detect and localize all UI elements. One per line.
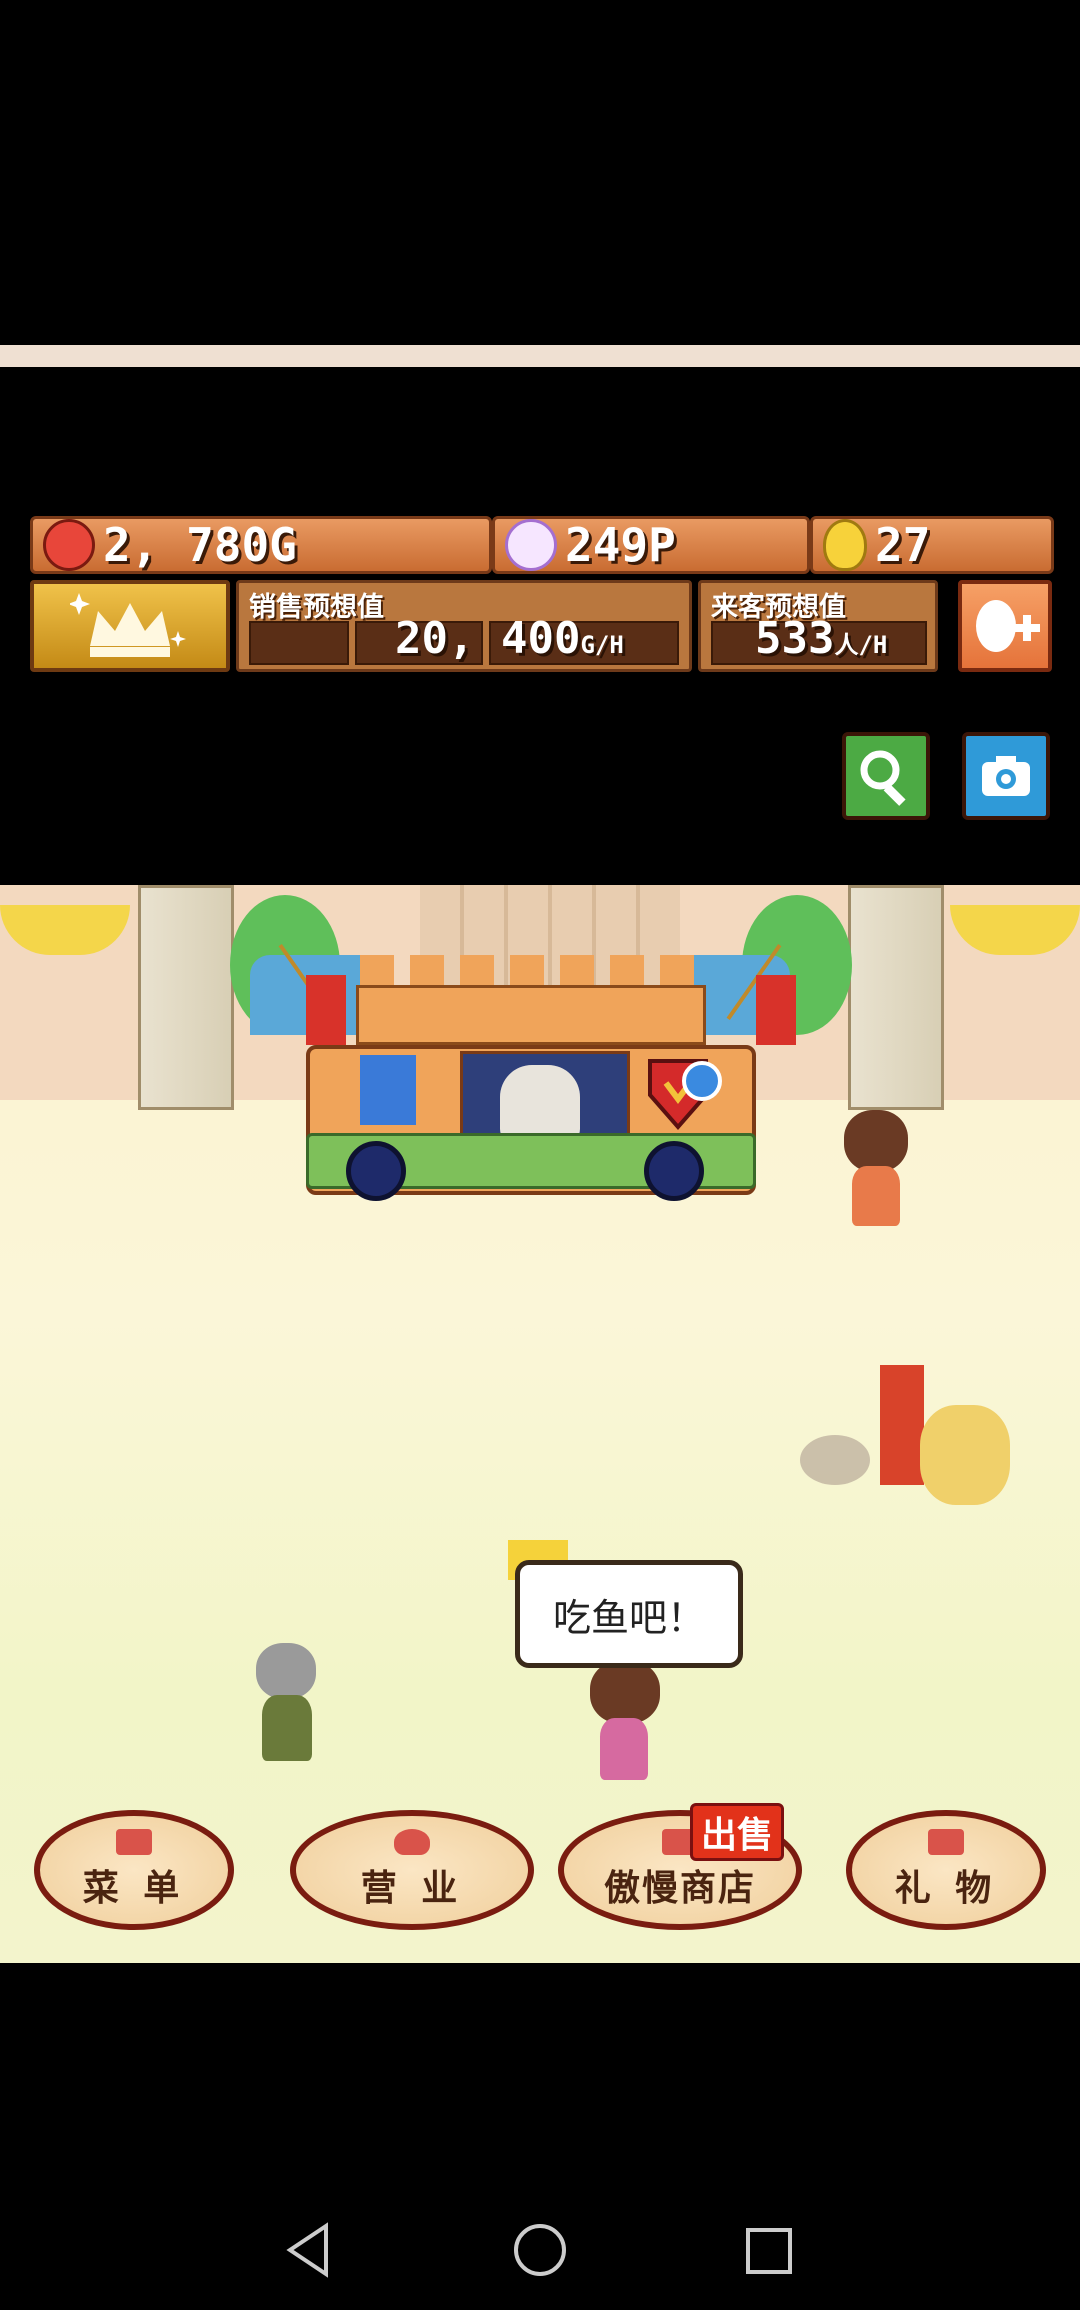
- customer-girl-top[interactable]: [838, 1110, 914, 1240]
- truck-badge: [682, 1061, 722, 1101]
- visitors-number: 533: [755, 613, 835, 664]
- customer-old-man[interactable]: [248, 1643, 328, 1773]
- right-flag: [756, 975, 796, 1045]
- right-pillar: [848, 885, 944, 1110]
- crown-icon: [70, 593, 186, 657]
- coin-purse-icon: [43, 519, 95, 571]
- sale-badge: 出售: [690, 1803, 785, 1861]
- book-icon: [116, 1829, 152, 1855]
- truck-wheel-left: [346, 1141, 406, 1201]
- camera-button[interactable]: [962, 732, 1050, 820]
- add-egg-button[interactable]: [958, 580, 1052, 672]
- recents-nav-icon[interactable]: [744, 2226, 794, 2276]
- sales-slot-empty: [249, 621, 349, 665]
- food-truck[interactable]: [278, 943, 796, 1201]
- red-weapon: [880, 1365, 924, 1485]
- search-button[interactable]: [842, 732, 930, 820]
- magnifier-icon: [860, 750, 906, 806]
- visitor-forecast-panel: 来客预想值 533人/H: [698, 580, 938, 672]
- gift-label: 礼 物: [894, 1868, 998, 1909]
- truck-roof: [356, 985, 706, 1045]
- warrior-body: [920, 1405, 1010, 1505]
- sales-unit: G/H: [580, 631, 624, 659]
- ponytail-body: [600, 1718, 648, 1780]
- truck-window: [360, 1055, 416, 1125]
- smile-face-icon: [505, 519, 557, 571]
- visitors-unit: 人/H: [834, 631, 888, 659]
- gold-counter: 2, 780G: [30, 516, 492, 574]
- dust-cloud: [800, 1435, 870, 1485]
- customer-hair: [844, 1110, 908, 1172]
- ladle-icon: [394, 1829, 430, 1855]
- golden-egg-icon: [823, 519, 867, 571]
- old-man-body: [262, 1695, 312, 1761]
- shop-label: 傲慢商店: [603, 1868, 756, 1909]
- points-value: 249P: [565, 518, 676, 572]
- business-button[interactable]: 营 业: [290, 1810, 534, 1930]
- recipe-label: 菜 单: [82, 1868, 186, 1909]
- gold-value: 2, 780G: [103, 518, 297, 572]
- egg-counter: 27: [810, 516, 1054, 574]
- sales-forecast-panel: 销售预想值 20, 400G/H: [236, 580, 692, 672]
- gift-button[interactable]: 礼 物: [846, 1810, 1046, 1930]
- customer-warrior-group[interactable]: [800, 1365, 1030, 1515]
- recipe-button[interactable]: 菜 单: [34, 1810, 234, 1930]
- left-pillar: [138, 885, 234, 1110]
- crown-button[interactable]: [30, 580, 230, 672]
- egg-plus-icon: [976, 600, 1040, 652]
- old-man-hair: [256, 1643, 316, 1699]
- sales-number: 20, 400: [395, 613, 581, 664]
- truck-wheel-right: [644, 1141, 704, 1201]
- points-counter: 249P: [492, 516, 810, 574]
- ponytail-hair: [590, 1660, 660, 1724]
- game-scene[interactable]: 吃鱼吧！ 菜 单 营 业 傲慢商店 出售 礼 物: [0, 885, 1080, 1963]
- camera-icon: [982, 756, 1030, 796]
- home-nav-icon[interactable]: [512, 2222, 568, 2278]
- speech-bubble: 吃鱼吧！: [515, 1560, 743, 1668]
- left-flag: [306, 975, 346, 1045]
- business-label: 营 业: [360, 1868, 464, 1909]
- sales-label: 销售预想值: [249, 592, 384, 623]
- egg-value: 27: [875, 518, 931, 572]
- back-nav-icon[interactable]: [284, 2222, 332, 2278]
- gift-icon: [928, 1829, 964, 1855]
- customer-ponytail-girl[interactable]: [580, 1660, 680, 1790]
- sales-value: 20, 400G/H: [395, 613, 624, 664]
- top-divider-bar: [0, 345, 1080, 367]
- visitors-value: 533人/H: [755, 613, 887, 664]
- customer-body: [852, 1166, 900, 1226]
